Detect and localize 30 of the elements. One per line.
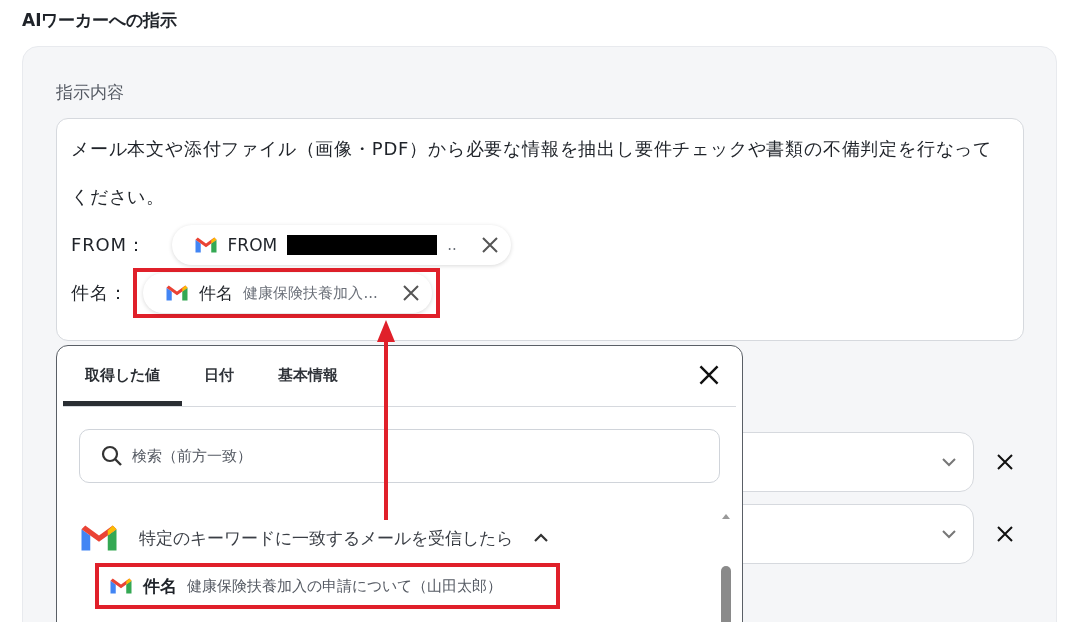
close-icon[interactable] xyxy=(401,284,420,302)
chevron-down-icon xyxy=(941,457,957,467)
search-field[interactable]: 検索（前方一致） xyxy=(79,429,720,483)
tab[interactable]: 基本情報 xyxy=(256,350,360,406)
tab[interactable]: 日付 xyxy=(182,350,256,406)
close-button[interactable] xyxy=(698,364,720,386)
remove-icon[interactable] xyxy=(996,453,1014,471)
section-title: AIワーカーへの指示 xyxy=(22,9,179,32)
chip-value: 健康保険扶養加入... xyxy=(243,283,378,303)
chip-value: .. xyxy=(447,235,457,255)
field-label: 指示内容 xyxy=(56,81,125,104)
tab[interactable]: 取得した値 xyxy=(63,350,182,406)
mail-icon xyxy=(109,577,133,595)
search-icon xyxy=(101,445,123,467)
chevron-down-icon xyxy=(941,529,957,539)
chip-name: FROM xyxy=(227,235,278,255)
close-icon[interactable] xyxy=(480,236,499,254)
variable-chip[interactable]: FROM .. xyxy=(171,225,511,265)
group-title: 特定のキーワードに一致するメールを受信したら xyxy=(139,526,513,550)
instruction-text: メール本文や添付ファイル（画像・PDF）から必要な情報を抽出し要件チェックや書類の不備判定を行なってください。 xyxy=(71,137,994,209)
mail-icon xyxy=(193,236,218,254)
variable-label: FROM： xyxy=(71,233,146,257)
chevron-up-icon[interactable] xyxy=(533,533,549,543)
mail-icon xyxy=(165,284,190,302)
mail-icon xyxy=(79,523,119,553)
instruction-field[interactable]: メール本文や添付ファイル（画像・PDF）から必要な情報を抽出し要件チェックや書類の不備判定を行なってください。 FROM： FROM .. 件名： 件名 健康保険扶養加入... xyxy=(56,118,1024,341)
variable-chip[interactable]: 件名 健康保険扶養加入... xyxy=(143,273,432,313)
variable-label: 件名： xyxy=(71,281,128,305)
remove-icon[interactable] xyxy=(996,525,1014,543)
chip-name: 件名 xyxy=(199,283,234,303)
